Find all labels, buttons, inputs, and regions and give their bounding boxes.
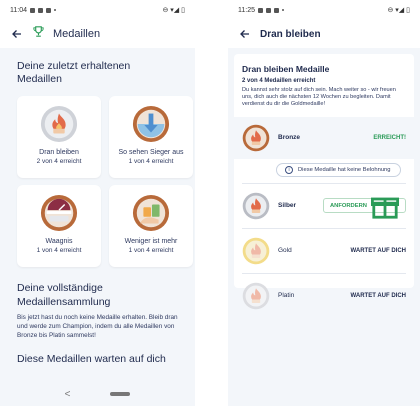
notification-icon (266, 7, 271, 13)
bronze-medal-icon (242, 124, 270, 151)
level-row-bronze: Bronze ERREICHT! (234, 116, 414, 159)
page-title: Dran bleiben (260, 28, 321, 40)
silver-medal-icon (242, 192, 270, 219)
waiting-medals-title: Diese Medaillen warten auf dich (17, 352, 166, 365)
platinum-medal-icon (242, 282, 270, 309)
signal-icon: ⊖ ▾◢ ▯ (387, 7, 410, 14)
nav-back-button[interactable]: < (65, 389, 71, 400)
status-bar: 11:25 ⊖ ▾◢ ▯ (228, 0, 420, 20)
back-arrow-icon[interactable] (238, 27, 252, 41)
gift-icon (371, 197, 399, 219)
medal-detail-title: Dran bleiben Medaille (242, 64, 330, 74)
level-name: Bronze (278, 134, 301, 142)
status-time: 11:04 (10, 6, 27, 14)
level-status-waiting: WARTET AUF DICH (350, 292, 406, 299)
collection-text: Bis jetzt hast du noch keine Medaille er… (17, 314, 178, 340)
medal-name: Waagnis (45, 238, 73, 245)
no-reward-text: Diese Medaille hat keine Belohnung (298, 166, 391, 173)
level-status-achieved: ERREICHT! (373, 134, 406, 141)
recent-medals-grid: Dran bleiben 2 von 4 erreicht So sehen S… (0, 86, 195, 267)
medal-detail-progress: 2 von 4 Medaillen erreicht (242, 78, 316, 84)
nav-home-pill[interactable] (110, 392, 131, 396)
app-bar: Dran bleiben (228, 20, 420, 48)
medal-progress: 1 von 4 erreicht (128, 247, 174, 254)
medal-detail-description: Du kannst sehr stolz auf dich sein. Mach… (242, 87, 396, 108)
medal-progress: 2 von 4 erreicht (36, 158, 82, 165)
medal-name: Weniger ist mehr (124, 238, 178, 245)
status-bar: 11:04 ⊖ ▾◢ ▯ (0, 0, 195, 20)
medal-progress: 1 von 4 erreicht (36, 247, 82, 254)
scale-medal-icon (40, 194, 78, 232)
status-time: 11:25 (238, 6, 255, 14)
level-name: Silber (278, 202, 297, 210)
notification-icon (274, 7, 279, 13)
trophy-icon (32, 25, 45, 43)
system-nav-bar: < (0, 382, 195, 406)
medal-card-dran-bleiben[interactable]: Dran bleiben 2 von 4 erreicht (17, 96, 101, 178)
signal-icon: ⊖ ▾◢ ▯ (162, 7, 185, 14)
level-name: Gold (278, 247, 292, 255)
hand-medal-icon (132, 194, 170, 232)
request-medal-button[interactable]: ANFORDERN (322, 197, 406, 219)
medal-name: So sehen Sieger aus (118, 149, 184, 156)
medal-card-weniger-ist-mehr[interactable]: Weniger ist mehr 1 von 4 erreicht (109, 185, 193, 267)
medal-detail-screen: 11:25 ⊖ ▾◢ ▯ Dran bleiben Dran bleiben M… (228, 0, 420, 406)
medal-card-waagnis[interactable]: Waagnis 1 von 4 erreicht (17, 185, 101, 267)
gold-medal-icon (242, 237, 270, 264)
medal-detail-card: Dran bleiben Medaille 2 von 4 Medaillen … (234, 54, 414, 309)
page-title: Medaillen (53, 28, 101, 40)
medals-overview-screen: 11:04 ⊖ ▾◢ ▯ Medaillen Deine zuletzt erh… (0, 0, 195, 406)
level-row-platin: Platin WARTET AUF DICH (234, 274, 414, 318)
notification-icon (30, 7, 35, 13)
more-notifications-icon (282, 9, 284, 11)
back-arrow-icon[interactable] (10, 27, 24, 41)
notification-icon (46, 7, 51, 13)
level-row-silber: Silber ANFORDERN (234, 184, 414, 228)
medal-progress: 1 von 4 erreicht (128, 158, 174, 165)
medal-name: Dran bleiben (39, 149, 79, 156)
arrow-down-medal-icon (132, 105, 170, 143)
more-notifications-icon (54, 9, 56, 11)
notification-icon (38, 7, 43, 13)
notification-icon (258, 7, 263, 13)
flame-medal-icon (40, 105, 78, 143)
level-row-gold: Gold WARTET AUF DICH (234, 229, 414, 273)
level-status-waiting: WARTET AUF DICH (350, 247, 406, 254)
medal-card-so-sehen-sieger-aus[interactable]: So sehen Sieger aus 1 von 4 erreicht (109, 96, 193, 178)
recent-medals-title: Deine zuletzt erhaltenen Medaillen (17, 60, 131, 85)
level-name: Platin (278, 292, 295, 300)
collection-title: Deine vollständige Medaillensammlung (17, 282, 111, 308)
app-bar: Medaillen (0, 20, 195, 48)
no-reward-info: i Diese Medaille hat keine Belohnung (276, 162, 401, 177)
info-icon: i (285, 165, 293, 174)
request-label: ANFORDERN (329, 202, 367, 209)
